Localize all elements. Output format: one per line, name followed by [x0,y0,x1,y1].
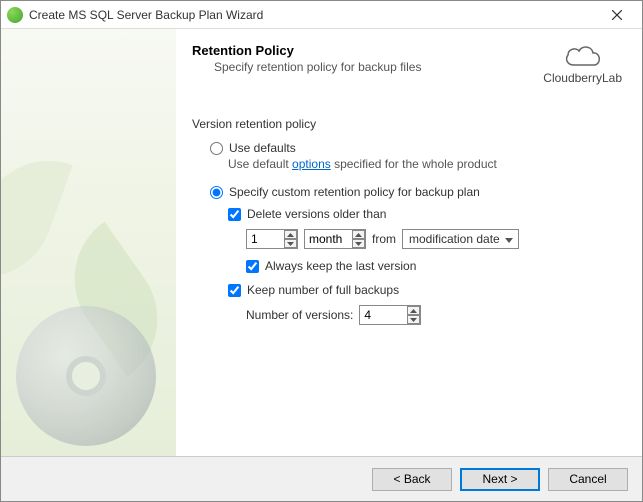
age-unit-down[interactable] [352,239,365,248]
age-value-spinner [284,230,297,248]
checkbox-always-keep-last-label: Always keep the last version [265,259,416,273]
next-button[interactable]: Next > [460,468,540,491]
close-icon [612,10,622,20]
footer: < Back Next > Cancel [1,456,642,501]
checkbox-delete-older[interactable] [228,208,241,221]
from-select[interactable]: modification date [402,229,519,249]
checkbox-delete-older-label: Delete versions older than [247,207,386,221]
checkbox-always-keep-last[interactable] [246,260,259,273]
num-versions-spinner [407,306,420,324]
brand-logo: CloudberryLab [543,43,622,85]
content-area: Retention Policy Specify retention polic… [176,29,642,456]
option-always-keep-last[interactable]: Always keep the last version [246,259,622,273]
num-versions-wrap [359,305,421,325]
use-defaults-desc: Use default options specified for the wh… [228,157,622,171]
checkbox-keep-number[interactable] [228,284,241,297]
sidebar-graphic [1,29,176,456]
page-subtitle: Specify retention policy for backup file… [214,60,543,74]
titlebar: Create MS SQL Server Backup Plan Wizard [1,1,642,29]
from-label: from [372,232,396,246]
cancel-button[interactable]: Cancel [548,468,628,491]
window-title: Create MS SQL Server Backup Plan Wizard [29,8,598,22]
age-unit-spinner [352,230,365,248]
option-delete-older[interactable]: Delete versions older than [228,207,622,221]
keep-number-controls: Number of versions: [246,305,622,325]
wizard-window: Create MS SQL Server Backup Plan Wizard … [0,0,643,502]
brand-name: CloudberryLab [543,71,622,85]
radio-custom[interactable] [210,186,223,199]
options-link[interactable]: options [292,157,331,171]
age-value-wrap [246,229,298,249]
checkbox-keep-number-label: Keep number of full backups [247,283,399,297]
page-title: Retention Policy [192,43,543,58]
close-button[interactable] [598,1,636,28]
num-versions-label: Number of versions: [246,308,353,322]
num-versions-up[interactable] [407,306,420,315]
age-unit-wrap [304,229,366,249]
page-header: Retention Policy Specify retention polic… [192,43,622,85]
option-custom[interactable]: Specify custom retention policy for back… [210,185,622,199]
group-label: Version retention policy [192,117,622,131]
age-value-up[interactable] [284,230,297,239]
age-value-down[interactable] [284,239,297,248]
app-icon [7,7,23,23]
body: Retention Policy Specify retention polic… [1,29,642,456]
radio-use-defaults[interactable] [210,142,223,155]
radio-use-defaults-label: Use defaults [229,141,296,155]
delete-older-controls: from modification date [246,229,622,249]
option-use-defaults[interactable]: Use defaults [210,141,622,155]
num-versions-down[interactable] [407,315,420,324]
radio-custom-label: Specify custom retention policy for back… [229,185,480,199]
back-button[interactable]: < Back [372,468,452,491]
option-keep-number[interactable]: Keep number of full backups [228,283,622,297]
from-select-value: modification date [409,232,500,246]
cloud-icon [562,43,604,69]
age-unit-up[interactable] [352,230,365,239]
chevron-down-icon [505,232,513,246]
